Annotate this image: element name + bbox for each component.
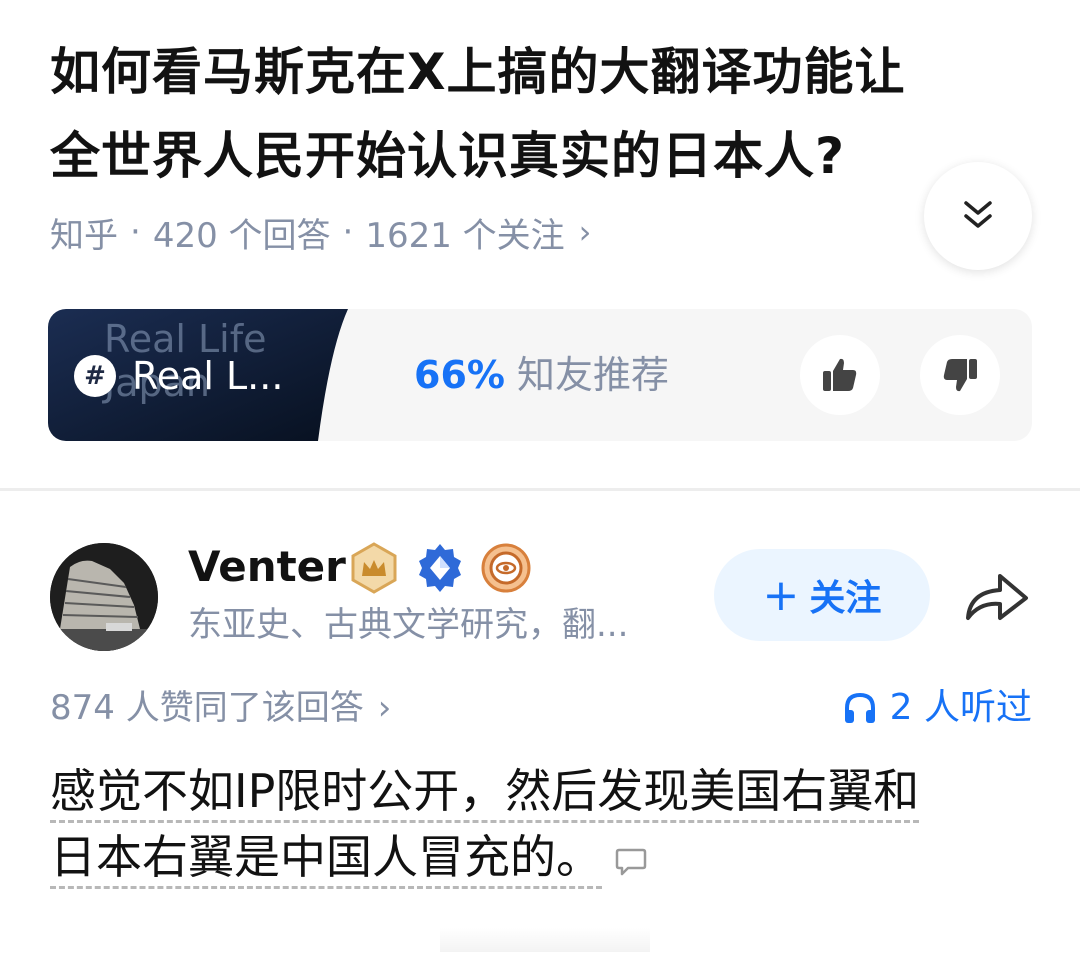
follow-label: 关注 (809, 578, 882, 619)
chevron-right-icon: › (578, 213, 592, 251)
scroll-fade (440, 928, 650, 952)
recommend-label: 知友推荐 (516, 353, 669, 397)
avatar[interactable] (50, 543, 158, 651)
thumbs-down-button[interactable] (920, 335, 1000, 415)
question-title-line2: 全世界人民开始认识真实的日本人? (50, 127, 846, 185)
share-arrow-icon[interactable] (962, 568, 1032, 624)
chevron-right-icon: › (377, 688, 392, 728)
diamond-badge-icon (419, 544, 461, 592)
listen-text: 2 人听过 (889, 687, 1032, 728)
recommend-rate: 66% 知友推荐 (414, 347, 669, 403)
meta-separator: · (342, 212, 354, 252)
hashtag-icon: # (74, 355, 116, 397)
question-title-line1: 如何看马斯克在X上搞的大翻译功能让 (50, 43, 906, 101)
eye-badge-icon (481, 543, 531, 593)
follow-button[interactable]: + 关注 (714, 549, 930, 641)
topic-recommend-card[interactable]: Real Life Japan # Real L... 66% 知友推荐 (48, 309, 1032, 441)
topic-name: Real L... (132, 354, 284, 398)
author-name[interactable]: Venter (188, 540, 346, 594)
thumbs-up-button[interactable] (800, 335, 880, 415)
agree-text: 874 人赞同了该回答 (50, 688, 364, 728)
crown-badge-icon (351, 542, 397, 594)
source-label: 知乎 (50, 215, 118, 256)
thumbs-down-icon (943, 359, 977, 392)
headphones-icon (844, 692, 875, 723)
answer-line2: 日本右翼是中国人冒充的。 (50, 830, 602, 889)
agree-count[interactable]: 874 人赞同了该回答 › (50, 684, 391, 732)
plus-icon: + (762, 569, 800, 621)
question-title[interactable]: 如何看马斯克在X上搞的大翻译功能让 全世界人民开始认识真实的日本人? (50, 30, 1020, 198)
avatar-image (50, 543, 158, 651)
double-chevron-down-icon (964, 201, 992, 228)
answer-line1: 感觉不如IP限时公开，然后发现美国右翼和 (50, 764, 920, 823)
recommend-percent: 66% (414, 353, 505, 397)
comment-bubble-icon[interactable] (614, 844, 648, 878)
thumbs-up-icon (823, 358, 857, 391)
listen-count[interactable]: 2 人听过 (842, 684, 1032, 732)
topic-thumbnail[interactable]: Real Life Japan # Real L... (48, 309, 368, 441)
section-divider (0, 488, 1080, 491)
answer-content[interactable]: 感觉不如IP限时公开，然后发现美国右翼和 日本右翼是中国人冒充的。 (50, 758, 1040, 890)
question-meta[interactable]: 知乎 · 420 个回答 · 1621 个关注 › (50, 206, 591, 258)
meta-separator: · (130, 212, 141, 252)
followers-count: 1621 个关注 (365, 215, 565, 256)
answers-count: 420 个回答 (152, 215, 331, 256)
author-bio: 东亚史、古典文学研究，翻... (188, 605, 629, 645)
expand-button[interactable] (924, 162, 1032, 270)
